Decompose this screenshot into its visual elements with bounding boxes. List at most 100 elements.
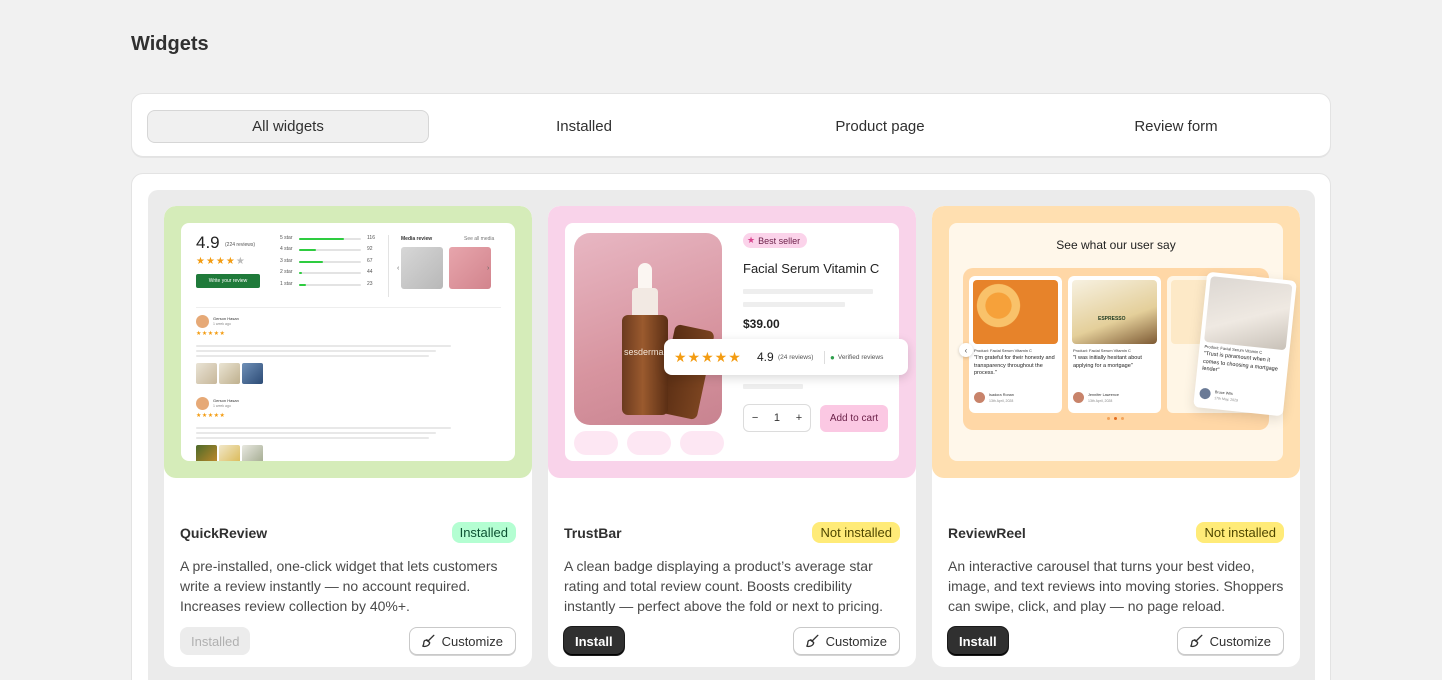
thumbnail-placeholder [680,431,724,455]
widget-card-trustbar: sesderma ★ Best seller Facial Serum Vitam… [548,206,916,667]
review-image [219,445,240,461]
product-title: Facial Serum Vitamin C [743,261,880,276]
verified-user-icon: ● [830,353,835,362]
brush-icon [805,634,819,648]
installed-button: Installed [180,627,251,655]
media-thumbnail [401,247,443,289]
text-placeholder [196,355,429,357]
customize-button[interactable]: Customize [1176,627,1284,655]
divider [388,235,389,297]
widget-card-reviewreel: See what our user say Product: Facial Se… [932,206,1300,667]
quantity-stepper: −1 + [743,404,811,432]
install-button[interactable]: Install [564,627,624,655]
text-placeholder [743,289,873,294]
rating-breakdown-row: 4 star 92 [280,246,373,252]
review-image [196,445,217,461]
text-placeholder [196,345,451,347]
chevron-right-icon: › [487,265,490,272]
review-image [973,280,1058,344]
widget-name: QuickReview [180,525,268,541]
status-badge: Installed [451,522,516,543]
chevron-left-icon: ‹ [959,343,973,357]
filter-tabs: All widgets Installed Product page Revie… [131,93,1331,157]
review-image [242,445,263,461]
text-placeholder [743,384,803,389]
widget-preview: 4.9 (224 reviews) ★★★★★ Write your revie… [164,206,532,478]
verified-reviews: ● Verified reviews [830,353,884,362]
brush-icon [1189,634,1203,648]
thumbnail-placeholder [574,431,618,455]
tab-review-form[interactable]: Review form [1035,110,1317,143]
product-price: $39.00 [743,317,780,331]
widget-preview: See what our user say Product: Facial Se… [932,206,1300,478]
media-review-title: Media review [401,236,433,242]
review-image [242,363,263,384]
widget-name: ReviewReel [948,525,1026,541]
review-image [1204,276,1293,351]
review-date: 1 week ago [213,322,231,326]
quickreview-preview: 4.9 (224 reviews) ★★★★★ Write your revie… [181,223,515,461]
chevron-left-icon: ‹ [397,265,400,272]
text-placeholder [196,427,451,429]
widget-description: A pre-installed, one-click widget that l… [180,558,498,614]
tab-product-page[interactable]: Product page [739,110,1021,143]
status-badge: Not installed [812,522,900,543]
avatar [1073,392,1084,403]
rating-breakdown-row: 2 star 44 [280,269,373,275]
preview-rating: 4.9 [196,233,220,252]
see-all-media-link: See all media [464,236,495,242]
text-placeholder [196,437,429,439]
review-card: Product: Facial Serum Vitamin C "I'm gra… [969,276,1062,413]
customize-button[interactable]: Customize [792,627,900,655]
avatar [196,315,209,328]
product-brand: sesderma [624,347,664,357]
text-placeholder [196,350,436,352]
review-image: ESPRESSO [1072,280,1157,344]
star-rating-icon: ★★★★★ [196,331,226,337]
customize-button[interactable]: Customize [408,627,516,655]
divider [196,307,501,308]
star-icon: ★ [747,235,756,245]
customize-label: Customize [441,633,503,649]
avatar [1199,387,1212,400]
preview-review-count: (224 reviews) [225,242,256,248]
badge-review-count: (24 reviews) [778,354,814,361]
best-seller-badge: ★ Best seller [743,233,808,248]
avatar [974,392,985,403]
review-date: 1 week ago [213,404,231,408]
review-image [219,363,240,384]
avatar [196,397,209,410]
write-review-button: Write your review [196,274,260,288]
status-badge: Not installed [1196,522,1284,543]
widget-preview: sesderma ★ Best seller Facial Serum Vitam… [548,206,916,478]
plus-icon: + [795,412,803,424]
widget-description: A clean badge displaying a product’s ave… [564,558,884,614]
rating-breakdown-row: 3 star 67 [280,258,373,264]
customize-label: Customize [825,633,887,649]
customize-label: Customize [1209,633,1271,649]
reviewer-name: Gerson Hasan [213,316,239,321]
review-card-tilted: Product: Facial Serum Vitamin C "Trust i… [1193,271,1297,417]
text-placeholder [743,302,845,307]
badge-rating: 4.9 [757,350,774,364]
preview-title: See what our user say [1056,238,1176,252]
page-title: Widgets [131,33,209,55]
tab-installed[interactable]: Installed [443,110,725,143]
reviewer-name: Gerson Hasan [213,398,239,403]
add-to-cart-button: Add to cart [820,405,888,432]
star-rating-icon: ★★★★★ [674,349,742,365]
media-thumbnail [449,247,491,289]
rating-breakdown-row: 5 star 116 [280,235,375,241]
review-card: ESPRESSO Product: Facial Serum Vitamin C… [1068,276,1161,413]
install-button[interactable]: Install [948,627,1008,655]
trust-badge: ★★★★★ 4.9 (24 reviews) ● Verified reviews [664,339,908,375]
minus-icon: − [751,412,759,424]
brush-icon [421,634,435,648]
thumbnail-placeholder [627,431,671,455]
star-rating-icon: ★★★★★ [196,413,226,419]
widgets-grid: 4.9 (224 reviews) ★★★★★ Write your revie… [148,190,1315,680]
rating-breakdown-row: 1 star 23 [280,281,373,287]
tab-all-widgets[interactable]: All widgets [147,110,429,143]
widget-name: TrustBar [564,525,622,541]
widgets-card: 4.9 (224 reviews) ★★★★★ Write your revie… [131,173,1331,680]
